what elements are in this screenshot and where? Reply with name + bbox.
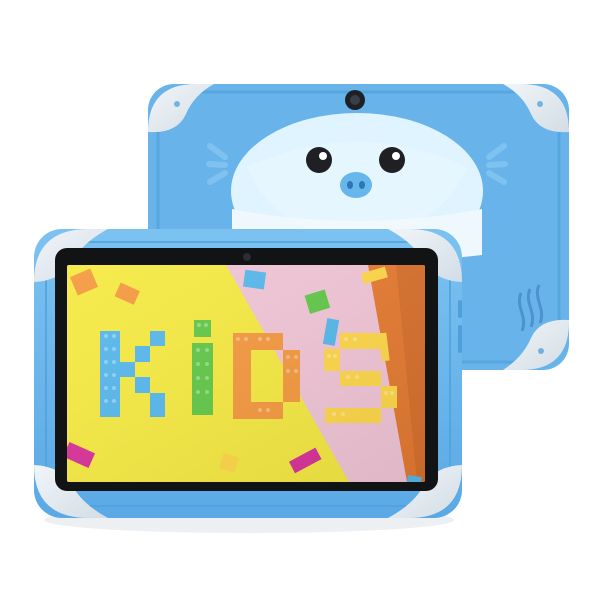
front-tablet: [34, 229, 462, 518]
rear-camera-lens: [350, 95, 360, 105]
side-button-bottom: [458, 325, 462, 353]
screen-display: [67, 265, 425, 482]
tablet-illustration: [34, 84, 569, 533]
camera-icon: [243, 253, 251, 261]
product-scene: KIDS: [0, 0, 600, 600]
side-button-top: [458, 300, 462, 318]
screen-glare: [67, 265, 425, 482]
